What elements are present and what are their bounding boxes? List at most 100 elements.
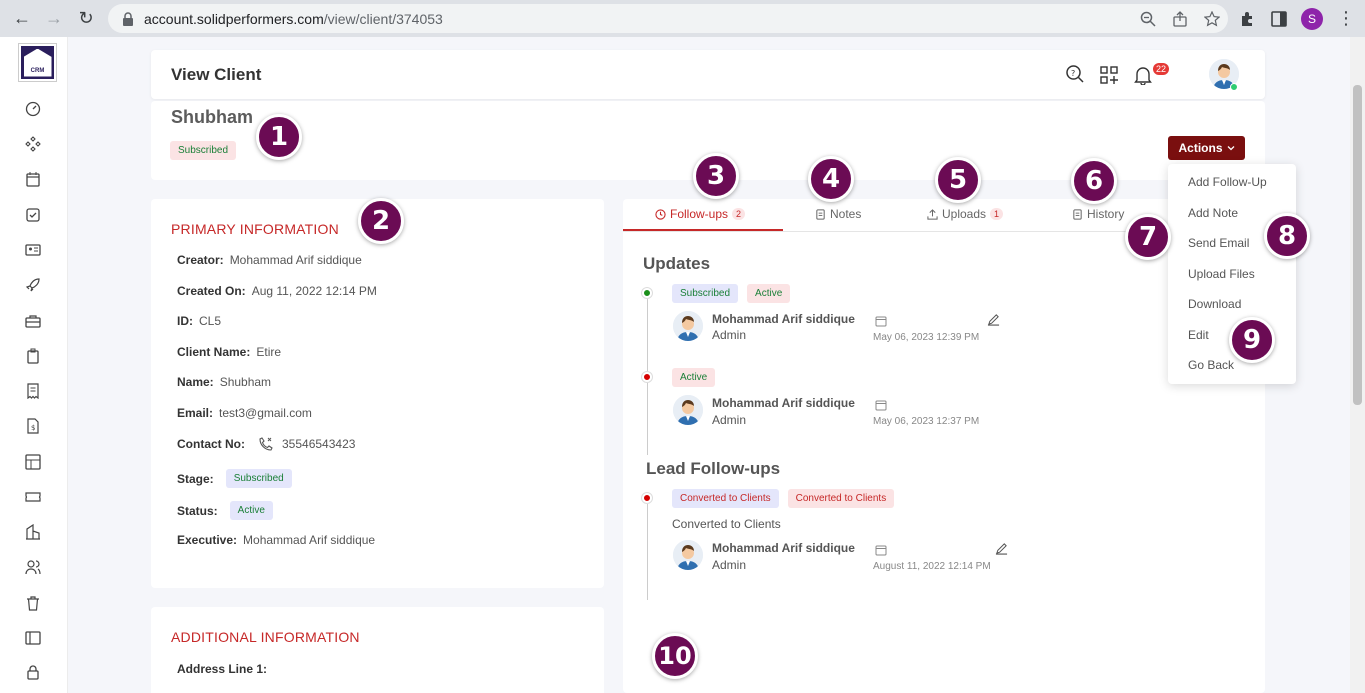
menu-item-add-follow-up[interactable]: Add Follow-Up (1188, 175, 1267, 189)
calendar-icon[interactable] (25, 171, 41, 187)
info-value[interactable]: 35546543423 (282, 437, 355, 451)
info-row-creator: Creator: Mohammad Arif siddique (177, 253, 362, 267)
contacts-card-icon[interactable] (25, 242, 41, 258)
info-row-client-name: Client Name: Etire (177, 345, 281, 359)
tab-divider (623, 231, 1203, 232)
profile-avatar[interactable]: S (1301, 7, 1323, 30)
timeline-dot (642, 288, 652, 298)
extensions-icon[interactable] (1239, 10, 1257, 28)
menu-item-download[interactable]: Download (1188, 297, 1241, 311)
menu-item-edit[interactable]: Edit (1188, 328, 1209, 342)
back-arrow-icon[interactable]: ← (6, 2, 38, 34)
building-icon[interactable] (25, 524, 41, 540)
info-value: Shubham (219, 375, 272, 389)
url-path: /view/client/374053 (323, 10, 443, 27)
calendar-icon (875, 400, 887, 411)
info-value: CL5 (199, 314, 222, 328)
forward-arrow-icon[interactable]: → (38, 2, 70, 34)
author-role: Admin (712, 328, 747, 342)
zoom-icon[interactable] (1140, 11, 1156, 27)
info-value[interactable]: test3@gmail.com (219, 406, 312, 420)
address-bar[interactable]: account.solidperformers.com/view/client/… (108, 4, 1228, 33)
info-label: Executive: (177, 533, 238, 547)
tab-history[interactable]: History (1072, 207, 1124, 221)
annotation-marker-3: 3 (693, 153, 739, 199)
dashboard-icon[interactable] (25, 101, 41, 117)
annotation-marker-7: 7 (1125, 214, 1171, 260)
followup-type-pill: Converted to Clients (672, 489, 779, 508)
reload-icon[interactable]: ↻ (70, 2, 102, 34)
annotation-marker-2: 2 (358, 198, 404, 244)
update-badges: Active (672, 368, 716, 387)
tab-notes[interactable]: Notes (815, 207, 861, 221)
info-label: Created On: (177, 284, 246, 298)
lock-icon[interactable] (25, 664, 41, 680)
tab-label: History (1087, 207, 1125, 221)
trash-icon[interactable] (25, 595, 41, 611)
timeline-dot (642, 493, 652, 503)
scrollbar-thumb[interactable] (1353, 85, 1362, 405)
author-role: Admin (712, 413, 747, 427)
info-label: Contact No: (177, 437, 245, 451)
layout-panel-icon[interactable] (25, 630, 41, 646)
author-name: Mohammad Arif siddique (712, 541, 855, 555)
page-scrollbar[interactable] (1350, 37, 1365, 693)
active-tab-indicator (623, 229, 783, 231)
app-logo[interactable]: CRM (18, 43, 57, 82)
annotation-marker-4: 4 (808, 156, 854, 202)
info-value: Etire (256, 345, 282, 359)
info-row-email: Email: test3@gmail.com (177, 406, 312, 420)
tab-label: Notes (830, 207, 862, 221)
followup-badges: Converted to Clients Converted to Client… (672, 489, 895, 508)
edit-icon[interactable] (995, 542, 1008, 555)
apps-grid-icon[interactable] (1099, 65, 1119, 85)
briefcase-icon[interactable] (25, 313, 41, 329)
annotation-marker-5: 5 (935, 157, 981, 203)
tab-follow-ups[interactable]: Follow-ups 2 (655, 207, 746, 221)
info-label: Client Name: (177, 345, 251, 359)
tab-uploads[interactable]: Uploads 1 (927, 207, 1004, 221)
clock-icon (655, 208, 666, 220)
menu-item-upload-files[interactable]: Upload Files (1188, 267, 1255, 281)
lock-icon (123, 11, 133, 26)
online-status-dot (1230, 83, 1238, 91)
bookmark-star-icon[interactable] (1204, 10, 1220, 27)
updates-heading: Updates (643, 254, 711, 273)
bell-icon[interactable] (1133, 65, 1153, 85)
author-name: Mohammad Arif siddique (712, 312, 855, 326)
update-date: May 06, 2023 12:39 PM (873, 332, 980, 343)
menu-item-go-back[interactable]: Go Back (1188, 358, 1234, 372)
edit-icon[interactable] (987, 313, 1000, 326)
calendar-icon (875, 316, 887, 327)
actions-button[interactable]: Actions (1168, 136, 1245, 160)
followup-date: August 11, 2022 12:14 PM (873, 561, 991, 572)
client-name: Shubham (171, 107, 254, 127)
info-row-id: ID: CL5 (177, 314, 221, 328)
history-icon (1073, 208, 1082, 220)
search-icon[interactable]: ? (1065, 64, 1085, 84)
phone-icon[interactable] (259, 437, 273, 451)
note-icon (816, 208, 825, 220)
ticket-icon[interactable] (25, 489, 41, 505)
upload-icon (927, 208, 938, 220)
menu-item-send-email[interactable]: Send Email (1188, 236, 1249, 250)
users-icon[interactable] (25, 559, 41, 575)
tasks-check-icon[interactable] (25, 207, 41, 223)
info-row-executive: Executive: Mohammad Arif siddique (177, 533, 375, 547)
receipt-icon[interactable] (25, 383, 41, 399)
info-row-status: Status: Active (177, 501, 273, 520)
info-label: Email: (177, 406, 214, 420)
invoice-dollar-icon[interactable]: $ (25, 418, 41, 434)
rocket-icon[interactable] (25, 277, 41, 293)
modules-icon[interactable] (25, 136, 41, 152)
menu-item-add-note[interactable]: Add Note (1188, 206, 1238, 220)
side-panel-icon[interactable] (1271, 10, 1287, 27)
share-icon[interactable] (1172, 10, 1188, 27)
annotation-marker-6: 6 (1071, 158, 1117, 204)
info-label: Address Line 1: (177, 662, 268, 676)
table-grid-icon[interactable] (25, 454, 41, 470)
info-value: Aug 11, 2022 12:14 PM (251, 284, 377, 298)
browser-menu-icon[interactable]: ⋮ (1337, 8, 1355, 29)
clipboard-icon[interactable] (25, 348, 41, 364)
annotation-marker-10: 10 (652, 633, 698, 679)
